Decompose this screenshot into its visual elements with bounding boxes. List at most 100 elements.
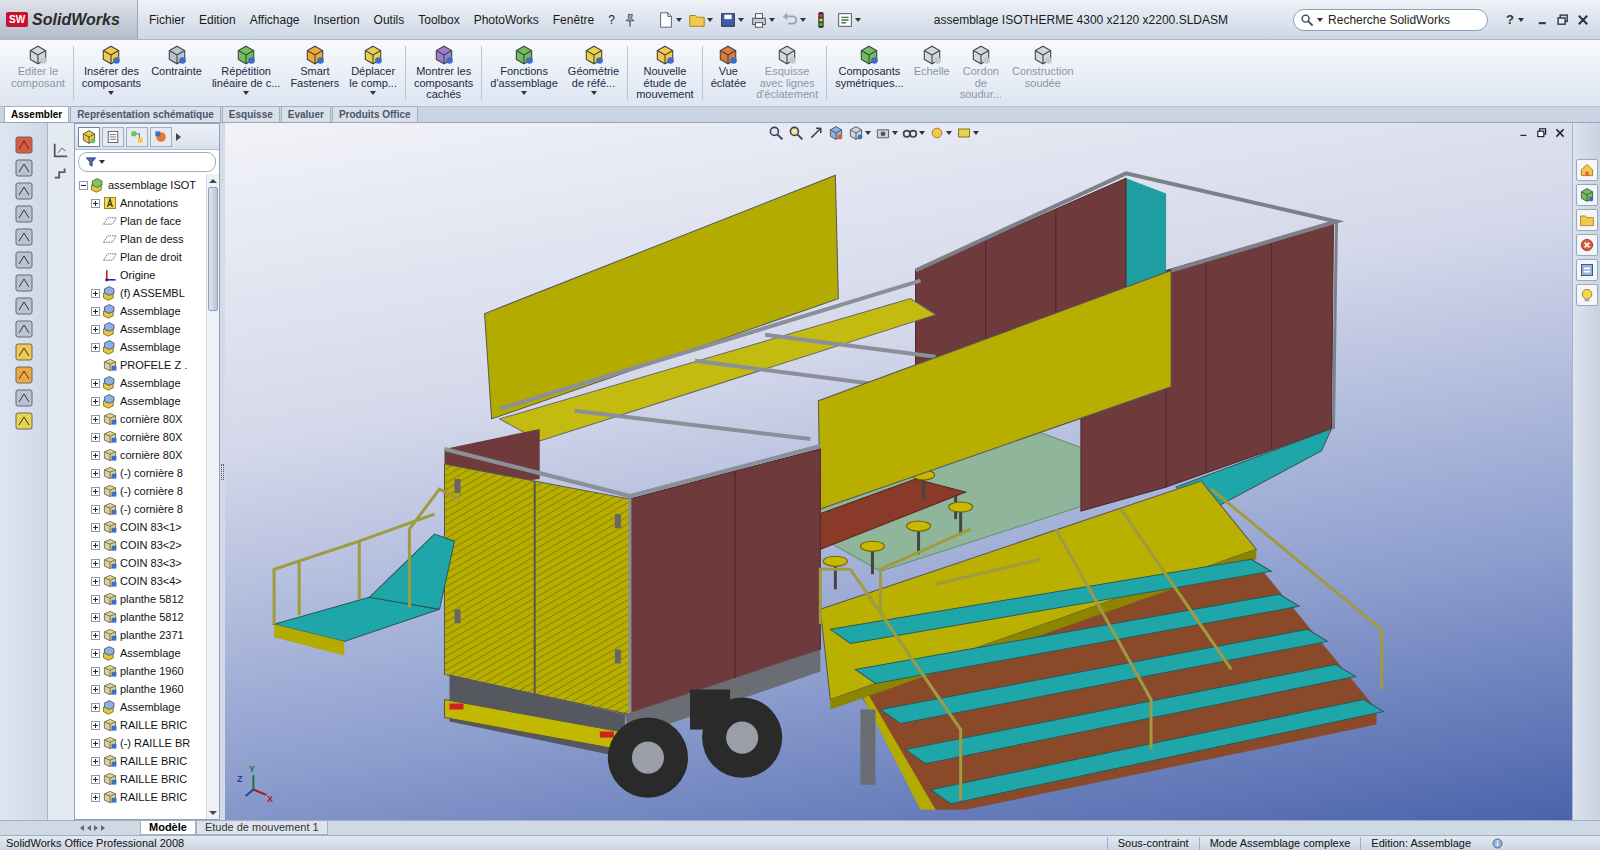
ribbon-label[interactable]: étude de bbox=[644, 78, 687, 90]
ribbon-tool-icon[interactable] bbox=[970, 44, 992, 66]
ribbon-tool-icon[interactable] bbox=[654, 44, 676, 66]
tree-expander[interactable] bbox=[91, 379, 100, 388]
tree-label[interactable]: planthe 1960 bbox=[120, 681, 184, 698]
ribbon-button[interactable]: Contrainte bbox=[146, 42, 207, 104]
panel-tab[interactable] bbox=[150, 127, 172, 147]
dropdown-arrow[interactable] bbox=[973, 131, 979, 135]
tree-label[interactable]: Assemblage bbox=[120, 321, 181, 338]
tree-expander[interactable] bbox=[91, 397, 100, 406]
ribbon-label[interactable]: Déplacer bbox=[351, 66, 395, 78]
ribbon-label[interactable]: linéaire de c... bbox=[212, 78, 280, 90]
tree-expander[interactable] bbox=[91, 469, 100, 478]
tree-item[interactable]: Assemblage bbox=[75, 338, 206, 356]
ribbon-label[interactable]: Fasteners bbox=[290, 78, 339, 90]
sketch-tool-icon[interactable] bbox=[14, 388, 34, 408]
tree-item[interactable]: RAILLE BRIC bbox=[75, 752, 206, 770]
view-tool-icon[interactable] bbox=[828, 125, 844, 141]
tree-expander[interactable] bbox=[91, 307, 100, 316]
ribbon-button[interactable]: Nouvelleétude demouvement bbox=[631, 42, 698, 104]
ribbon-button[interactable]: Géométriede réfé... bbox=[563, 42, 624, 104]
tree-expander[interactable] bbox=[91, 415, 100, 424]
scroll-up-arrow[interactable] bbox=[209, 179, 217, 183]
dropdown-arrow[interactable] bbox=[865, 131, 871, 135]
toolbar-button[interactable] bbox=[747, 11, 778, 29]
search-box[interactable] bbox=[1293, 9, 1488, 31]
ribbon-label[interactable]: avec lignes bbox=[760, 78, 815, 90]
ribbon-tool-icon[interactable] bbox=[100, 44, 122, 66]
toolbar-2-icon[interactable] bbox=[719, 11, 737, 29]
tree-expander[interactable] bbox=[91, 433, 100, 442]
part-icon[interactable] bbox=[102, 537, 118, 553]
task-pane-button[interactable] bbox=[1576, 259, 1598, 281]
tree-expander[interactable] bbox=[91, 649, 100, 658]
tree-expander[interactable] bbox=[91, 739, 100, 748]
toolbar-5-icon[interactable] bbox=[812, 11, 830, 29]
tree-item[interactable]: Assemblage bbox=[75, 644, 206, 662]
tree-expander[interactable] bbox=[79, 181, 88, 190]
tree-item[interactable]: Annotations bbox=[75, 194, 206, 212]
assembly-icon[interactable] bbox=[102, 285, 118, 301]
tree-item[interactable]: Plan de droit bbox=[75, 248, 206, 266]
toolbar-4-icon[interactable] bbox=[781, 11, 799, 29]
part-icon[interactable] bbox=[102, 717, 118, 733]
tree-label[interactable]: Plan de droit bbox=[120, 249, 182, 266]
ribbon-label[interactable]: Fonctions bbox=[500, 66, 548, 78]
tree-item[interactable]: planthe 1960 bbox=[75, 680, 206, 698]
ribbon-tool-icon[interactable] bbox=[235, 44, 257, 66]
part-icon[interactable] bbox=[102, 447, 118, 463]
ribbon-tool-icon[interactable] bbox=[433, 44, 455, 66]
ribbon-button[interactable]: Insérer descomposants bbox=[77, 42, 146, 104]
ribbon-label[interactable]: Esquisse bbox=[765, 66, 810, 78]
tree-label[interactable]: Plan de face bbox=[120, 213, 181, 230]
step-icon[interactable] bbox=[52, 165, 70, 183]
dropdown-arrow[interactable] bbox=[892, 131, 898, 135]
tree-label[interactable]: COIN 83<2> bbox=[120, 537, 182, 554]
ribbon-button[interactable]: Echelle bbox=[909, 42, 955, 104]
sketch-tool-icon[interactable] bbox=[14, 250, 34, 270]
part-icon[interactable] bbox=[102, 627, 118, 643]
tree-expander[interactable] bbox=[91, 631, 100, 640]
task-pane-icon[interactable] bbox=[1579, 187, 1595, 203]
tree-item[interactable]: Assemblage bbox=[75, 392, 206, 410]
tree-label[interactable]: Assemblage bbox=[120, 645, 181, 662]
view-tool-icon[interactable] bbox=[929, 125, 945, 141]
tree-expander[interactable] bbox=[91, 703, 100, 712]
bottom-tab[interactable]: Etude de mouvement 1 bbox=[196, 821, 328, 835]
ribbon-button[interactable]: Fonctionsd'assemblage bbox=[485, 42, 563, 104]
tree-label[interactable]: RAILLE BRIC bbox=[120, 789, 187, 806]
ribbon-label[interactable]: composant bbox=[11, 78, 65, 90]
view-tool-icon[interactable] bbox=[768, 125, 784, 141]
tree-expander[interactable] bbox=[91, 523, 100, 532]
menu-item[interactable]: Insertion bbox=[307, 9, 367, 31]
tree-label[interactable]: (-) cornière 8 bbox=[120, 465, 183, 482]
tree-item[interactable]: cornière 80X bbox=[75, 428, 206, 446]
view-tool-button[interactable] bbox=[828, 125, 844, 141]
command-tab[interactable]: Produits Office bbox=[332, 106, 418, 122]
tree-item[interactable]: Plan de face bbox=[75, 212, 206, 230]
panel-tab[interactable] bbox=[78, 127, 100, 147]
tree-expander[interactable] bbox=[91, 775, 100, 784]
ribbon-tool-icon[interactable] bbox=[304, 44, 326, 66]
plane-icon[interactable] bbox=[102, 231, 118, 247]
tree-label[interactable]: Annotations bbox=[120, 195, 178, 212]
viewport-restore-icon[interactable] bbox=[1536, 127, 1548, 139]
tree-expander[interactable] bbox=[91, 667, 100, 676]
assembly-icon[interactable] bbox=[102, 699, 118, 715]
part-icon[interactable] bbox=[102, 735, 118, 751]
view-tool-button[interactable] bbox=[768, 125, 784, 141]
minimize-icon[interactable] bbox=[1536, 13, 1550, 27]
menu-item[interactable]: ? bbox=[601, 9, 622, 31]
tree-label[interactable]: assemblage ISOT bbox=[108, 177, 196, 194]
ribbon-tool-icon[interactable] bbox=[362, 44, 384, 66]
ribbon-label[interactable]: Géométrie bbox=[568, 66, 619, 78]
tab-scroll-arrow[interactable] bbox=[101, 825, 105, 831]
tree-label[interactable]: Assemblage bbox=[120, 303, 181, 320]
menu-item[interactable]: Affichage bbox=[243, 9, 307, 31]
tree-item[interactable]: (-) cornière 8 bbox=[75, 464, 206, 482]
tree-label[interactable]: COIN 83<3> bbox=[120, 555, 182, 572]
ribbon-label[interactable]: Vue bbox=[719, 66, 738, 78]
ribbon-tool-icon[interactable] bbox=[858, 44, 880, 66]
plane-icon[interactable] bbox=[102, 249, 118, 265]
view-tool-button[interactable] bbox=[902, 125, 925, 141]
tree-item[interactable]: (-) cornière 8 bbox=[75, 482, 206, 500]
